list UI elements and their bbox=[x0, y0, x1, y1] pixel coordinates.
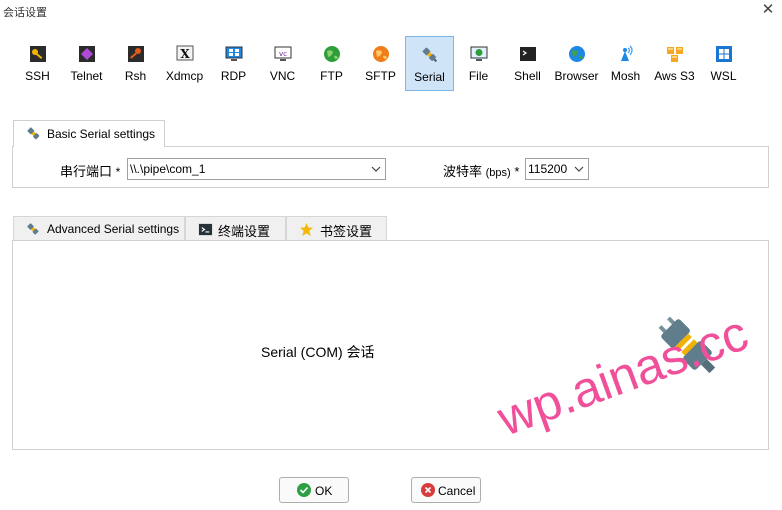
protocol-label: Xdmcp bbox=[165, 69, 204, 83]
protocol-label: Shell bbox=[514, 69, 541, 83]
cancel-label: Cancel bbox=[438, 484, 476, 498]
protocol-ssh[interactable]: SSH bbox=[13, 36, 62, 91]
terminal-icon bbox=[198, 223, 213, 236]
serial-plug-icon bbox=[27, 127, 40, 140]
required-marker: * bbox=[115, 165, 121, 179]
baud-rate-label: 波特率 (bps) * bbox=[443, 161, 519, 180]
protocol-label: SSH bbox=[25, 69, 50, 83]
protocol-label: Rsh bbox=[124, 69, 147, 83]
checkmark-icon bbox=[297, 483, 311, 497]
protocol-label: Serial bbox=[414, 70, 445, 84]
cancel-button[interactable]: Cancel bbox=[411, 477, 481, 503]
protocol-wsl[interactable]: WSL bbox=[699, 36, 748, 91]
aws-s3-cubes-icon bbox=[666, 47, 683, 62]
protocol-label: FTP bbox=[320, 69, 343, 83]
protocol-shell[interactable]: Shell bbox=[503, 36, 552, 91]
protocol-label: RDP bbox=[220, 69, 247, 83]
tab-bookmark-settings[interactable]: 书签设置 bbox=[286, 216, 387, 241]
tab-advanced-serial-settings[interactable]: Advanced Serial settings bbox=[13, 216, 185, 241]
file-monitor-icon bbox=[470, 46, 487, 61]
protocol-mosh[interactable]: Mosh bbox=[601, 36, 650, 91]
tab-label: 终端设置 bbox=[218, 224, 271, 239]
protocol-telnet[interactable]: Telnet bbox=[62, 36, 111, 91]
required-marker: * bbox=[514, 164, 520, 179]
shell-terminal-icon bbox=[519, 47, 536, 61]
protocol-rdp[interactable]: RDP bbox=[209, 36, 258, 91]
protocol-label: Mosh bbox=[610, 69, 641, 83]
tab-label: Basic Serial settings bbox=[47, 127, 156, 141]
svg-text:X: X bbox=[180, 47, 190, 61]
ssh-key-icon bbox=[29, 46, 46, 62]
session-description: Serial (COM) 会话 bbox=[261, 344, 375, 360]
protocol-browser[interactable]: Browser bbox=[552, 36, 601, 91]
tab-basic-serial-settings[interactable]: Basic Serial settings bbox=[13, 120, 165, 147]
protocol-vnc[interactable]: vc VNC bbox=[258, 36, 307, 91]
protocol-sftp[interactable]: SFTP bbox=[356, 36, 405, 91]
protocol-rsh[interactable]: Rsh bbox=[111, 36, 160, 91]
serial-port-select[interactable]: \\.\pipe\com_1 bbox=[127, 158, 386, 180]
wsl-windows-icon bbox=[715, 46, 732, 62]
close-icon[interactable]: ✕ bbox=[760, 2, 776, 18]
title-bar: 会话设置 ✕ bbox=[0, 0, 782, 22]
protocol-xdmcp[interactable]: X Xdmcp bbox=[160, 36, 209, 91]
svg-text:vc: vc bbox=[279, 50, 287, 58]
rsh-icon bbox=[127, 46, 144, 62]
baud-rate-unit: (bps) bbox=[485, 167, 511, 179]
protocol-ftp[interactable]: FTP bbox=[307, 36, 356, 91]
telnet-icon bbox=[78, 46, 95, 62]
protocol-file[interactable]: File bbox=[454, 36, 503, 91]
protocol-label: SFTP bbox=[365, 69, 396, 83]
serial-plug-icon bbox=[27, 223, 39, 235]
protocol-label: Browser bbox=[554, 69, 599, 83]
chevron-down-icon bbox=[371, 166, 381, 172]
serial-port-label-text: 串行端口 bbox=[60, 164, 113, 179]
baud-rate-select[interactable]: 115200 bbox=[525, 158, 589, 180]
serial-port-label: 串行端口 * bbox=[60, 161, 120, 180]
baud-rate-value: 115200 bbox=[528, 162, 568, 176]
baud-rate-label-text: 波特率 bbox=[443, 164, 483, 179]
sftp-globe-icon bbox=[372, 46, 389, 62]
vnc-monitor-icon: vc bbox=[274, 46, 291, 61]
protocol-label: WSL bbox=[710, 69, 737, 83]
tab-label: Advanced Serial settings bbox=[47, 222, 180, 236]
ok-label: OK bbox=[315, 484, 333, 498]
mosh-antenna-icon bbox=[620, 45, 633, 61]
protocol-label: Telnet bbox=[70, 69, 103, 83]
cancel-x-icon bbox=[421, 483, 435, 497]
protocol-toolbar: SSH Telnet Rsh X Xdmcp RDP vc VNC FTP SF… bbox=[13, 36, 753, 92]
ok-button[interactable]: OK bbox=[279, 477, 349, 503]
window-title: 会话设置 bbox=[3, 7, 47, 19]
tab-label: 书签设置 bbox=[320, 224, 373, 239]
protocol-label: VNC bbox=[269, 69, 296, 83]
browser-globe-icon bbox=[568, 46, 585, 62]
xdmcp-icon: X bbox=[176, 45, 193, 61]
serial-port-value: \\.\pipe\com_1 bbox=[130, 162, 206, 176]
chevron-down-icon bbox=[574, 166, 584, 172]
star-icon bbox=[299, 222, 314, 237]
protocol-serial[interactable]: Serial bbox=[405, 36, 454, 91]
basic-settings-panel bbox=[12, 146, 769, 188]
tab-terminal-settings[interactable]: 终端设置 bbox=[185, 216, 286, 241]
protocol-label: File bbox=[468, 69, 489, 83]
ftp-globe-icon bbox=[323, 46, 340, 62]
protocol-label: Aws S3 bbox=[654, 69, 695, 83]
serial-plug-icon bbox=[422, 47, 437, 63]
rdp-monitor-icon bbox=[225, 46, 242, 61]
protocol-aws-s3[interactable]: Aws S3 bbox=[650, 36, 699, 91]
